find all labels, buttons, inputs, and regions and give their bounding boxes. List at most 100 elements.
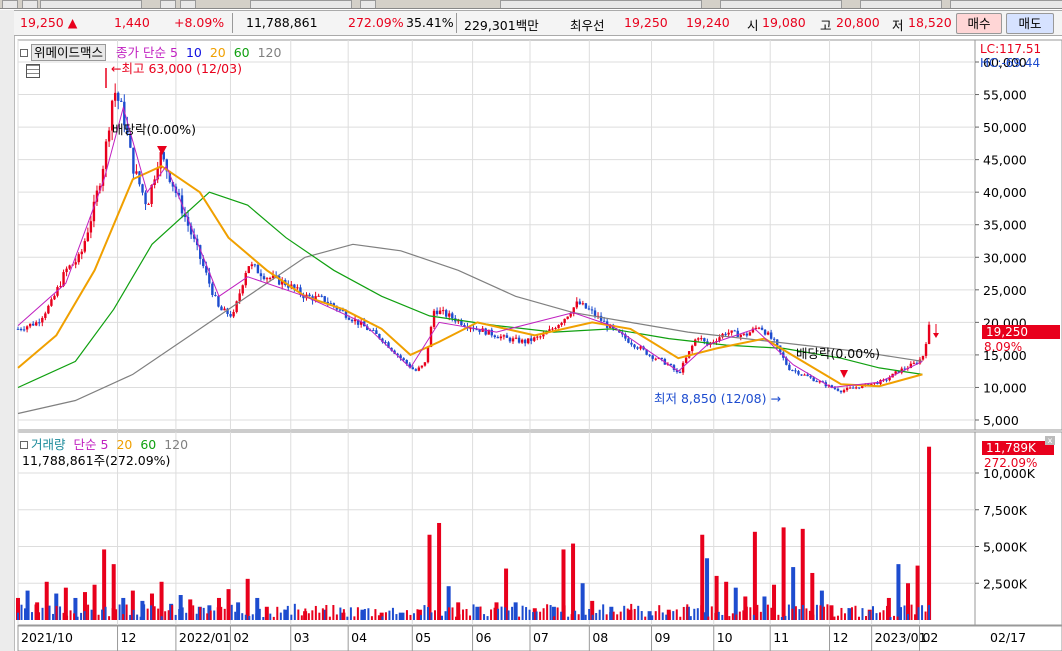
- volume-bar: [185, 612, 188, 620]
- candle-body: [845, 387, 849, 391]
- volume-bar: [398, 616, 401, 620]
- candle-body: [669, 363, 673, 366]
- volume-bar: [630, 603, 633, 620]
- volume-bar: [374, 609, 377, 620]
- candle-body: [25, 326, 29, 330]
- candle-body: [742, 333, 746, 335]
- candle-body: [86, 232, 90, 242]
- candle-body: [65, 268, 68, 273]
- price-tick-label: 50,000: [983, 120, 1027, 135]
- x-tick-label: 12: [833, 630, 849, 645]
- candle-body: [581, 303, 585, 305]
- x-tick-label: 07: [533, 630, 549, 645]
- volume-bar: [584, 614, 587, 620]
- volume-tick-label: 2,500K: [983, 576, 1028, 591]
- high-annotation: ←최고 63,000 (12/03): [111, 61, 242, 76]
- volume-bar: [914, 614, 917, 620]
- volume-bar: [304, 608, 307, 620]
- candle-body: [317, 295, 320, 297]
- candle-body: [627, 338, 630, 343]
- volume-bar: [665, 614, 668, 620]
- candle-body: [441, 310, 445, 312]
- volume-bar: [843, 613, 846, 620]
- candle-body: [848, 387, 852, 389]
- candle-body: [28, 323, 32, 327]
- volume-bar: [640, 611, 643, 620]
- candle-body: [402, 358, 405, 360]
- volume-bar: [483, 614, 486, 620]
- volume-bar: [602, 604, 605, 620]
- volume-bar: [125, 604, 128, 620]
- candle-body: [514, 337, 518, 339]
- x-tick-label: 12: [121, 630, 137, 645]
- candle-body: [885, 379, 888, 381]
- volume-bar: [332, 605, 335, 620]
- volume-bar: [293, 603, 296, 620]
- volume-bar: [346, 616, 349, 620]
- volume-bar: [216, 607, 219, 620]
- volume-bar: [311, 610, 314, 620]
- x-tick-label: 2023/01: [875, 630, 927, 645]
- volume-bar: [283, 609, 286, 620]
- volume-bar: [861, 608, 864, 620]
- candle-body: [89, 221, 93, 233]
- volume-bar: [437, 522, 442, 620]
- candle-body: [508, 337, 512, 342]
- volume-bar: [265, 616, 268, 620]
- legend-box-icon-2: [20, 441, 28, 449]
- candle-body: [448, 313, 451, 317]
- volume-badge: 11,789K: [982, 441, 1054, 455]
- candle-body: [599, 315, 603, 321]
- candle-body: [77, 254, 80, 263]
- volume-bar: [97, 614, 100, 620]
- candle-body: [141, 184, 144, 193]
- volume-bar: [542, 608, 545, 620]
- volume-bar: [763, 609, 766, 620]
- candle-body: [323, 296, 326, 302]
- grid-icon[interactable]: [26, 64, 40, 78]
- volume-bar: [20, 604, 23, 620]
- volume-bar: [17, 612, 19, 620]
- volume-bar: [777, 614, 780, 620]
- volume-bar: [504, 607, 507, 620]
- volume-bar: [857, 616, 860, 620]
- candle-body: [788, 364, 791, 371]
- volume-bar: [195, 613, 198, 620]
- volume-bar: [241, 613, 244, 620]
- volume-bar: [325, 604, 328, 620]
- volume-bar: [363, 608, 366, 620]
- volume-bar: [798, 609, 801, 620]
- candle-body: [238, 293, 241, 302]
- candle-body: [338, 309, 342, 311]
- candle-body: [347, 317, 351, 320]
- volume-bar: [826, 604, 829, 620]
- candle-body: [107, 130, 111, 142]
- candle-body: [584, 303, 588, 309]
- volume-bar: [167, 610, 170, 620]
- volume-bar: [199, 606, 202, 620]
- volume-bar: [118, 604, 121, 620]
- candle-body: [523, 339, 527, 344]
- volume-bar: [689, 616, 692, 620]
- volume-bar: [518, 616, 521, 620]
- candle-body: [517, 337, 521, 343]
- volume-bar: [395, 614, 398, 620]
- volume-bar: [437, 612, 440, 620]
- volume-bar: [927, 446, 932, 620]
- lc-value: LC:117.51: [980, 42, 1042, 56]
- volume-bar: [244, 614, 247, 620]
- candle-body: [502, 335, 506, 337]
- close-pane-icon[interactable]: x: [1045, 436, 1055, 445]
- candle-body: [505, 335, 509, 338]
- candle-body: [19, 328, 23, 330]
- candle-body: [229, 314, 232, 317]
- candle-body: [214, 294, 217, 296]
- volume-bar: [52, 613, 55, 620]
- candle-body: [651, 355, 654, 359]
- candle-body: [697, 338, 700, 340]
- volume-bar: [815, 604, 818, 620]
- volume-bar: [879, 612, 882, 620]
- candle-body: [22, 329, 26, 331]
- volume-bar: [675, 609, 678, 620]
- volume-bar: [38, 612, 41, 620]
